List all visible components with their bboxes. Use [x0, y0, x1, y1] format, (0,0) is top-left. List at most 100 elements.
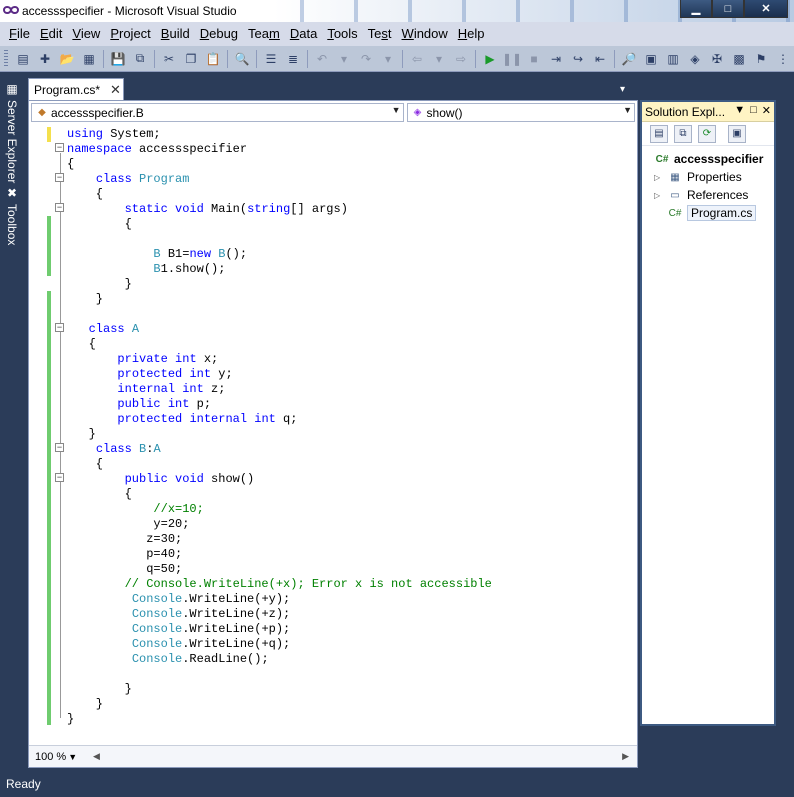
menu-project[interactable]: Project — [105, 22, 155, 46]
navigate-backward-icon[interactable]: ⇦ — [408, 50, 426, 68]
window-position-icon[interactable]: ▼ — [734, 104, 745, 117]
menu-view[interactable]: View — [67, 22, 105, 46]
redo-dropdown-icon[interactable]: ▾ — [379, 50, 397, 68]
team-explorer-icon[interactable]: ⚑ — [752, 50, 770, 68]
tree-project[interactable]: C# accessspecifier — [654, 150, 764, 168]
code-line[interactable]: { — [67, 157, 74, 172]
collapse-method-icon[interactable]: − — [55, 473, 64, 482]
break-all-icon[interactable]: ❚❚ — [502, 50, 522, 68]
members-dropdown[interactable]: ◈ show() ▼ — [406, 103, 635, 122]
close-panel-icon[interactable]: ✕ — [762, 104, 771, 117]
code-line[interactable]: protected internal int q; — [67, 412, 297, 427]
code-line[interactable]: using System; — [67, 127, 161, 142]
menu-tools[interactable]: Tools — [322, 22, 362, 46]
step-out-icon[interactable]: ⇤ — [591, 50, 609, 68]
server-explorer-tab[interactable]: ▦ Server Explorer — [2, 82, 22, 183]
show-all-files-icon[interactable]: ⧉ — [674, 124, 692, 143]
code-line[interactable]: } — [67, 697, 103, 712]
code-line[interactable]: y=20; — [67, 517, 189, 532]
code-line[interactable]: } — [67, 712, 74, 727]
types-dropdown[interactable]: ◆ accessspecifier.B ▼ — [31, 103, 404, 122]
tree-item-program-cs[interactable]: C# Program.cs — [667, 204, 757, 222]
view-class-diagram-icon[interactable]: ▣ — [728, 124, 746, 143]
save-icon[interactable]: 💾 — [109, 50, 127, 68]
uncomment-icon[interactable]: ≣ — [284, 50, 302, 68]
code-line[interactable]: { — [67, 217, 132, 232]
minimize-button[interactable]: ▁ — [680, 0, 712, 18]
code-line[interactable]: Console.WriteLine(+y); — [67, 592, 290, 607]
code-line[interactable]: { — [67, 187, 103, 202]
code-line[interactable]: public int p; — [67, 397, 211, 412]
paste-icon[interactable]: 📋 — [204, 50, 222, 68]
object-browser-icon[interactable]: ◈ — [686, 50, 704, 68]
code-line[interactable]: Console.WriteLine(+z); — [67, 607, 290, 622]
code-line[interactable]: { — [67, 457, 103, 472]
stop-debugging-icon[interactable]: ■ — [525, 50, 543, 68]
maximize-panel-icon[interactable]: □ — [750, 104, 757, 117]
menu-debug[interactable]: Debug — [195, 22, 243, 46]
collapse-class-icon[interactable]: − — [55, 173, 64, 182]
code-line[interactable]: Console.WriteLine(+p); — [67, 622, 290, 637]
step-into-icon[interactable]: ⇥ — [547, 50, 565, 68]
navigate-forward-icon[interactable]: ⇨ — [452, 50, 470, 68]
code-line[interactable]: B1.show(); — [67, 262, 225, 277]
menu-edit[interactable]: Edit — [35, 22, 67, 46]
collapse-class-icon[interactable]: − — [55, 443, 64, 452]
menu-team[interactable]: Team — [243, 22, 285, 46]
find-in-files-icon[interactable]: 🔎 — [620, 50, 638, 68]
scroll-left-icon[interactable]: ◀ — [93, 751, 100, 762]
menu-file[interactable]: File — [4, 22, 35, 46]
code-line[interactable]: } — [67, 292, 103, 307]
redo-icon[interactable]: ↷ — [357, 50, 375, 68]
close-button[interactable]: ✕ — [744, 0, 788, 18]
code-line[interactable]: internal int z; — [67, 382, 225, 397]
tree-item-properties[interactable]: ▷ ▦ Properties — [654, 168, 742, 186]
properties-window-icon[interactable]: ▥ — [664, 50, 682, 68]
toolbar-grip[interactable] — [4, 49, 8, 68]
code-line[interactable]: } — [67, 682, 132, 697]
code-line[interactable]: p=40; — [67, 547, 182, 562]
more-commands-icon[interactable]: ⋮ — [774, 50, 792, 68]
code-line[interactable]: private int x; — [67, 352, 218, 367]
expand-icon[interactable]: ▷ — [654, 173, 664, 182]
new-project-icon[interactable]: ▤ — [14, 50, 32, 68]
code-line[interactable]: // Console.WriteLine(+x); Error x is not… — [67, 577, 492, 592]
code-line[interactable]: class A — [67, 322, 139, 337]
add-new-item-icon[interactable]: ▦ — [80, 50, 98, 68]
solution-explorer-icon[interactable]: ▣ — [642, 50, 660, 68]
code-line[interactable]: } — [67, 427, 96, 442]
code-line[interactable]: //x=10; — [67, 502, 203, 517]
tab-program-cs[interactable]: Program.cs* ✕ — [28, 78, 124, 100]
code-line[interactable]: public void show() — [67, 472, 255, 487]
code-text-area[interactable]: − − − − − − using System; namespace acces… — [29, 125, 637, 745]
code-line[interactable]: Console.ReadLine(); — [67, 652, 269, 667]
scroll-right-icon[interactable]: ▶ — [622, 751, 629, 762]
properties-icon[interactable]: ▤ — [650, 124, 668, 143]
comment-icon[interactable]: ☰ — [262, 50, 280, 68]
zoom-dropdown[interactable]: 100 % ▼ — [33, 749, 85, 765]
code-line[interactable]: z=30; — [67, 532, 182, 547]
toolbox-icon[interactable]: ✠ — [708, 50, 726, 68]
code-line[interactable]: namespace accessspecifier — [67, 142, 247, 157]
menu-test[interactable]: Test — [363, 22, 397, 46]
code-line[interactable]: { — [67, 337, 96, 352]
close-tab-icon[interactable]: ✕ — [110, 82, 121, 98]
cut-icon[interactable]: ✂ — [160, 50, 178, 68]
code-line[interactable]: class B:A — [67, 442, 161, 457]
menu-window[interactable]: Window — [397, 22, 453, 46]
menu-data[interactable]: Data — [285, 22, 322, 46]
undo-dropdown-icon[interactable]: ▾ — [335, 50, 353, 68]
code-line[interactable]: q=50; — [67, 562, 182, 577]
find-icon[interactable]: 🔍 — [233, 50, 251, 68]
toolbox-tab[interactable]: ✖ Toolbox — [2, 186, 22, 245]
start-debugging-icon[interactable]: ▶ — [481, 50, 499, 68]
code-line[interactable]: B B1=new B(); — [67, 247, 247, 262]
refresh-icon[interactable]: ⟳ — [698, 124, 716, 143]
copy-icon[interactable]: ❐ — [182, 50, 200, 68]
collapse-method-icon[interactable]: − — [55, 203, 64, 212]
tab-dropdown-icon[interactable]: ▾ — [620, 84, 634, 96]
extension-manager-icon[interactable]: ▩ — [730, 50, 748, 68]
code-line[interactable]: Console.WriteLine(+q); — [67, 637, 290, 652]
code-line[interactable]: static void Main(string[] args) — [67, 202, 348, 217]
expand-icon[interactable]: ▷ — [654, 191, 664, 200]
